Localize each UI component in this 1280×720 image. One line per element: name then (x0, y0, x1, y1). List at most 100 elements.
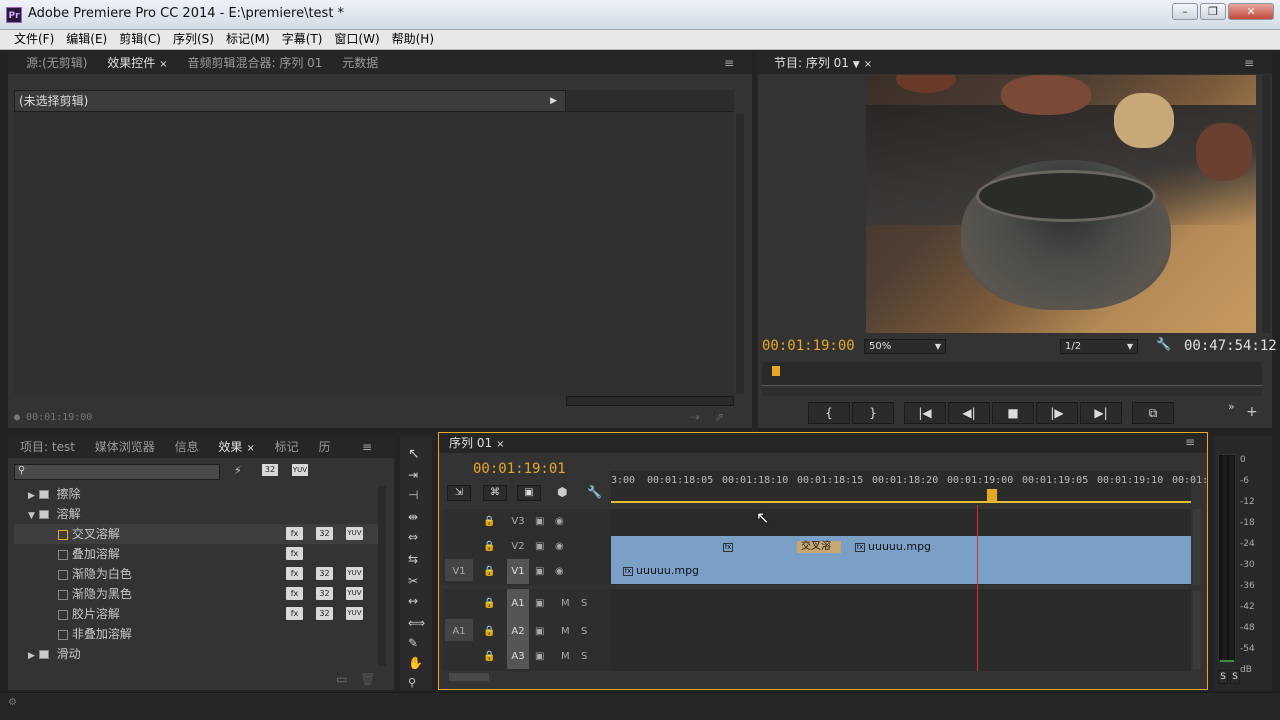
menu-edit[interactable]: 编辑(E) (60, 30, 113, 49)
sync-lock-icon[interactable]: ▣ (535, 619, 544, 644)
solo-left-button[interactable]: S (1218, 670, 1228, 684)
close-button[interactable]: ✕ (1228, 3, 1274, 20)
step-forward-button[interactable]: |▶ (1036, 402, 1078, 424)
mark-in-button[interactable]: { (808, 402, 850, 424)
track-label[interactable]: V3 (507, 509, 529, 534)
more-controls-icon[interactable]: » (1228, 400, 1235, 413)
panel-menu-icon[interactable]: ≡ (724, 56, 734, 70)
export-frame-button[interactable]: ⧉ (1132, 402, 1174, 424)
close-tab-icon[interactable]: × (864, 59, 872, 70)
selection-tool-icon[interactable]: ↖ (408, 446, 420, 462)
tree-item-non-additive-dissolve[interactable]: 非叠加溶解 (14, 624, 378, 644)
close-tab-icon[interactable]: × (246, 443, 254, 454)
track-label[interactable]: A2 (507, 619, 529, 644)
program-playhead-timecode[interactable]: 00:01:19:00 (762, 338, 855, 354)
close-tab-icon[interactable]: × (159, 59, 167, 70)
razor-tool-icon[interactable]: ✂ (408, 574, 418, 588)
slide-tool-icon[interactable]: ↔ (408, 594, 418, 608)
timeline-settings-wrench-icon[interactable]: 🔧 (587, 485, 602, 499)
solo-button[interactable]: S (581, 589, 587, 619)
tree-item-cross-dissolve[interactable]: 交叉溶解 fx 32 YUV (14, 524, 378, 544)
menu-clip[interactable]: 剪辑(C) (113, 30, 167, 49)
stop-button[interactable]: ■ (992, 402, 1034, 424)
menu-marker[interactable]: 标记(M) (220, 30, 276, 49)
close-tab-icon[interactable]: × (496, 439, 504, 450)
source-patch-a1[interactable]: A1 (445, 619, 473, 641)
expand-arrow-icon[interactable]: ▶ (28, 651, 35, 661)
hand-tool-icon[interactable]: ✋ (408, 656, 423, 670)
expand-arrow-icon[interactable]: ▶ (550, 91, 557, 111)
expand-arrow-icon[interactable]: ▶ (28, 491, 35, 501)
menu-title[interactable]: 字幕(T) (276, 30, 329, 49)
horizontal-scrollbar[interactable] (566, 396, 734, 406)
effects-scrollbar[interactable] (378, 486, 386, 666)
tab-metadata[interactable]: 元数据 (334, 52, 386, 74)
track-select-tool-icon[interactable]: ⇥ (408, 468, 418, 482)
settings-wrench-icon[interactable]: 🔧 (1156, 337, 1171, 351)
video-track-scrollbar[interactable] (1193, 509, 1201, 585)
sync-lock-icon[interactable]: ▣ (535, 534, 544, 559)
tree-item-additive-dissolve[interactable]: 叠加溶解 fx (14, 544, 378, 564)
menu-file[interactable]: 文件(F) (8, 30, 60, 49)
solo-button[interactable]: S (581, 644, 587, 669)
eye-icon[interactable]: ◉ (555, 534, 564, 559)
tab-sequence[interactable]: 序列 01 × (441, 433, 512, 455)
tab-effect-controls[interactable]: 效果控件 × (99, 52, 175, 76)
solo-right-button[interactable]: S (1230, 670, 1240, 684)
video-tracks-area[interactable]: fxuuuuu.mpg 交叉溶 fxuuuuu.mpg fxuuuuu.mpg (611, 509, 1191, 585)
go-to-in-button[interactable]: |◀ (904, 402, 946, 424)
transition-cross-dissolve[interactable]: 交叉溶 (797, 541, 841, 553)
step-back-button[interactable]: ◀| (948, 402, 990, 424)
zoom-tool-icon[interactable]: ⚲ (408, 676, 416, 689)
eye-icon[interactable]: ◉ (555, 509, 564, 534)
tree-item-dip-to-black[interactable]: 渐隐为黑色 fx 32 YUV (14, 584, 378, 604)
playhead-marker[interactable] (987, 489, 997, 501)
tab-effects[interactable]: 效果 × (210, 436, 262, 460)
lock-icon[interactable]: 🔒 (483, 509, 495, 534)
vertical-scrollbar[interactable] (736, 114, 744, 394)
clip-v1[interactable]: fx uuuuu.mpg (619, 563, 739, 579)
source-patch-v1[interactable]: V1 (445, 559, 473, 581)
program-mini-ruler[interactable] (762, 362, 1262, 386)
tab-info[interactable]: 信息 (167, 436, 207, 458)
export-icon[interactable]: ⇗ (714, 410, 724, 424)
tree-item-dip-to-white[interactable]: 渐隐为白色 fx 32 YUV (14, 564, 378, 584)
lock-icon[interactable]: 🔒 (483, 534, 495, 559)
lock-icon[interactable]: 🔒 (483, 559, 495, 584)
tab-markers[interactable]: 标记 (267, 436, 307, 458)
tree-item-film-dissolve[interactable]: 胶片溶解 fx 32 YUV (14, 604, 378, 624)
monitor-scrollbar[interactable] (1262, 75, 1270, 333)
timeline-playhead-timecode[interactable]: 00:01:19:01 (473, 461, 566, 477)
snap-button[interactable]: ⇲ (447, 485, 471, 501)
panel-menu-icon[interactable]: ≡ (362, 440, 372, 454)
mute-button[interactable]: M (561, 644, 570, 669)
pen-tool-icon[interactable]: ✎ (408, 636, 418, 650)
collapse-arrow-icon[interactable]: ▼ (28, 511, 35, 521)
delete-icon[interactable]: 🗑 (360, 672, 375, 686)
mute-button[interactable]: M (561, 619, 570, 644)
add-button[interactable]: + (1246, 404, 1258, 420)
lock-icon[interactable]: 🔒 (483, 619, 495, 644)
new-bin-icon[interactable]: ▭ (336, 672, 347, 686)
linked-selection-button[interactable]: ⌘ (483, 485, 507, 501)
mark-out-button[interactable]: } (852, 402, 894, 424)
timeline-zoom-scrollbar[interactable] (449, 673, 489, 681)
slip-tool-icon[interactable]: ⇆ (408, 552, 418, 566)
panel-menu-icon[interactable]: ≡ (1185, 435, 1195, 449)
tab-history[interactable]: 历 (311, 436, 339, 458)
menu-help[interactable]: 帮助(H) (386, 30, 440, 49)
lock-icon[interactable]: 🔒 (483, 644, 495, 669)
track-label[interactable]: A3 (507, 644, 529, 669)
track-label[interactable]: A1 (507, 589, 529, 619)
playhead-marker[interactable] (772, 366, 780, 376)
audio-track-scrollbar[interactable] (1193, 591, 1201, 669)
sync-lock-icon[interactable]: ▣ (535, 589, 544, 619)
ripple-edit-tool-icon[interactable]: ⊣ (408, 488, 418, 502)
marker-icon[interactable]: ⬢ (557, 485, 567, 499)
eye-icon[interactable]: ◉ (555, 559, 564, 584)
menu-sequence[interactable]: 序列(S) (167, 30, 220, 49)
yuv-filter-icon[interactable]: YUV (292, 464, 308, 476)
add-marker-button[interactable]: ▣ (517, 485, 541, 501)
32bit-filter-icon[interactable]: 32 (262, 464, 278, 476)
tree-folder-slide[interactable]: ▶ 滑动 (14, 644, 378, 664)
